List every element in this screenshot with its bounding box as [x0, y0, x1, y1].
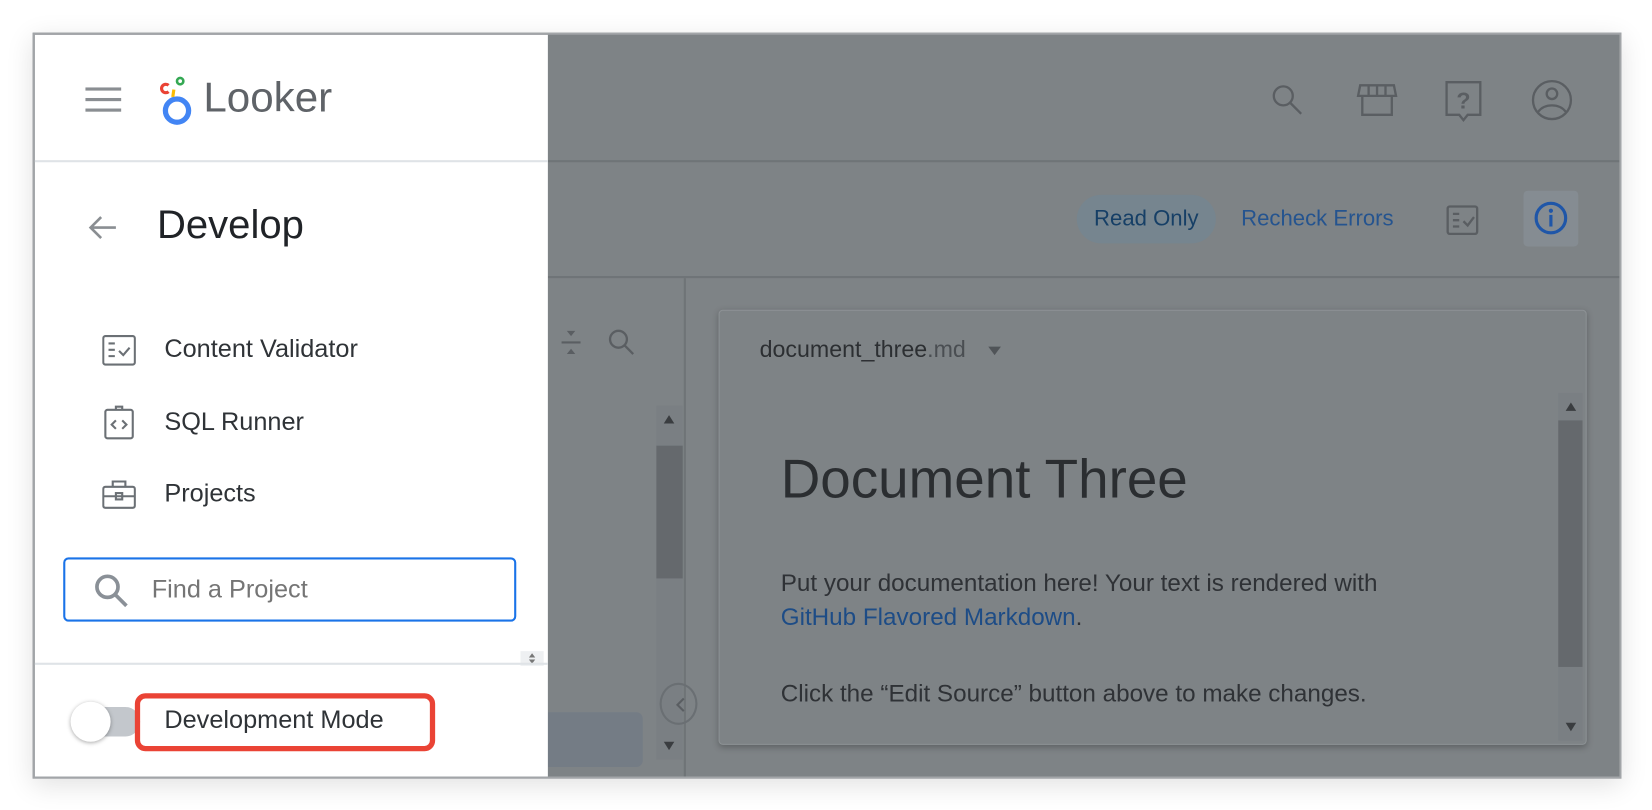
find-project-field[interactable] — [63, 557, 517, 622]
file-name: document_three — [759, 336, 928, 363]
document-paragraph: Put your documentation here! Your text i… — [781, 566, 1540, 633]
scrollbar-thumb[interactable] — [1558, 420, 1583, 667]
sidebar-item-sql-runner[interactable]: SQL Runner — [87, 402, 508, 444]
document-file-selector[interactable]: document_three.md — [760, 336, 1002, 363]
read-only-badge: Read Only — [1076, 194, 1216, 244]
marketplace-icon[interactable] — [1356, 79, 1398, 119]
sidebar-header-divider — [34, 160, 548, 163]
help-icon[interactable]: ? — [1443, 79, 1483, 123]
app-window: ? Read Only Recheck Errors document_thre… — [32, 32, 1622, 779]
paragraph-text: Put your documentation here! Your text i… — [780, 568, 1378, 597]
hamburger-menu-icon[interactable] — [85, 85, 123, 115]
content-validator-icon[interactable] — [1446, 203, 1480, 237]
content-validator-icon — [102, 335, 136, 366]
file-panel-footer-button[interactable] — [547, 712, 643, 768]
sidebar-item-label: Content Validator — [164, 335, 358, 364]
collapse-panel-button[interactable] — [659, 682, 698, 725]
looker-logo-icon — [160, 76, 192, 125]
sidebar-item-projects[interactable]: Projects — [87, 474, 508, 516]
sidebar-item-content-validator[interactable]: Content Validator — [87, 330, 508, 372]
paragraph-end: . — [1075, 602, 1083, 631]
header-divider — [547, 160, 1620, 163]
scrollbar-thumb[interactable] — [656, 445, 683, 579]
account-icon[interactable] — [1530, 78, 1574, 122]
document-card: document_three.md Document Three Put you… — [718, 309, 1587, 745]
scroll-down-icon[interactable] — [1565, 722, 1578, 733]
collapse-all-icon[interactable] — [559, 329, 582, 356]
info-icon — [1534, 201, 1568, 235]
search-icon — [95, 574, 128, 608]
svg-text:?: ? — [1456, 88, 1470, 114]
main-area-dimmed: ? Read Only Recheck Errors document_thre… — [547, 34, 1620, 777]
gfm-link[interactable]: GitHub Flavored Markdown — [781, 603, 1076, 630]
search-icon[interactable] — [1269, 81, 1307, 119]
sidebar-footer-divider — [34, 662, 548, 665]
scroll-up-icon[interactable] — [1565, 401, 1578, 412]
document-heading: Document Three — [780, 448, 1188, 510]
document-paragraph-2: Click the “Edit Source” button above to … — [780, 679, 1367, 707]
development-mode-label[interactable]: Development Mode — [164, 706, 383, 736]
toggle-knob[interactable] — [70, 701, 111, 742]
back-arrow-icon[interactable] — [87, 214, 119, 241]
section-title: Develop — [156, 203, 304, 248]
sidebar-item-label: SQL Runner — [164, 407, 304, 437]
caret-down-icon — [988, 346, 1001, 356]
scroll-down-icon[interactable] — [663, 741, 676, 752]
scroll-up-icon[interactable] — [663, 414, 676, 425]
briefcase-icon — [102, 480, 136, 509]
file-search-icon[interactable] — [607, 328, 637, 358]
document-scrollbar[interactable] — [1558, 392, 1583, 741]
sidebar-item-label: Projects — [164, 479, 256, 508]
looker-brand-text: Looker — [203, 74, 333, 122]
recheck-errors-button[interactable]: Recheck Errors — [1241, 195, 1393, 243]
chevron-left-icon — [675, 697, 685, 712]
file-extension: .md — [927, 336, 966, 363]
sql-runner-icon — [104, 405, 134, 440]
sidebar: Looker Develop Content Validator SQL Run… — [34, 34, 548, 777]
development-mode-toggle[interactable] — [70, 701, 141, 742]
find-project-input[interactable] — [149, 567, 502, 613]
info-button[interactable] — [1523, 190, 1579, 247]
toolbar-divider — [547, 276, 1620, 279]
